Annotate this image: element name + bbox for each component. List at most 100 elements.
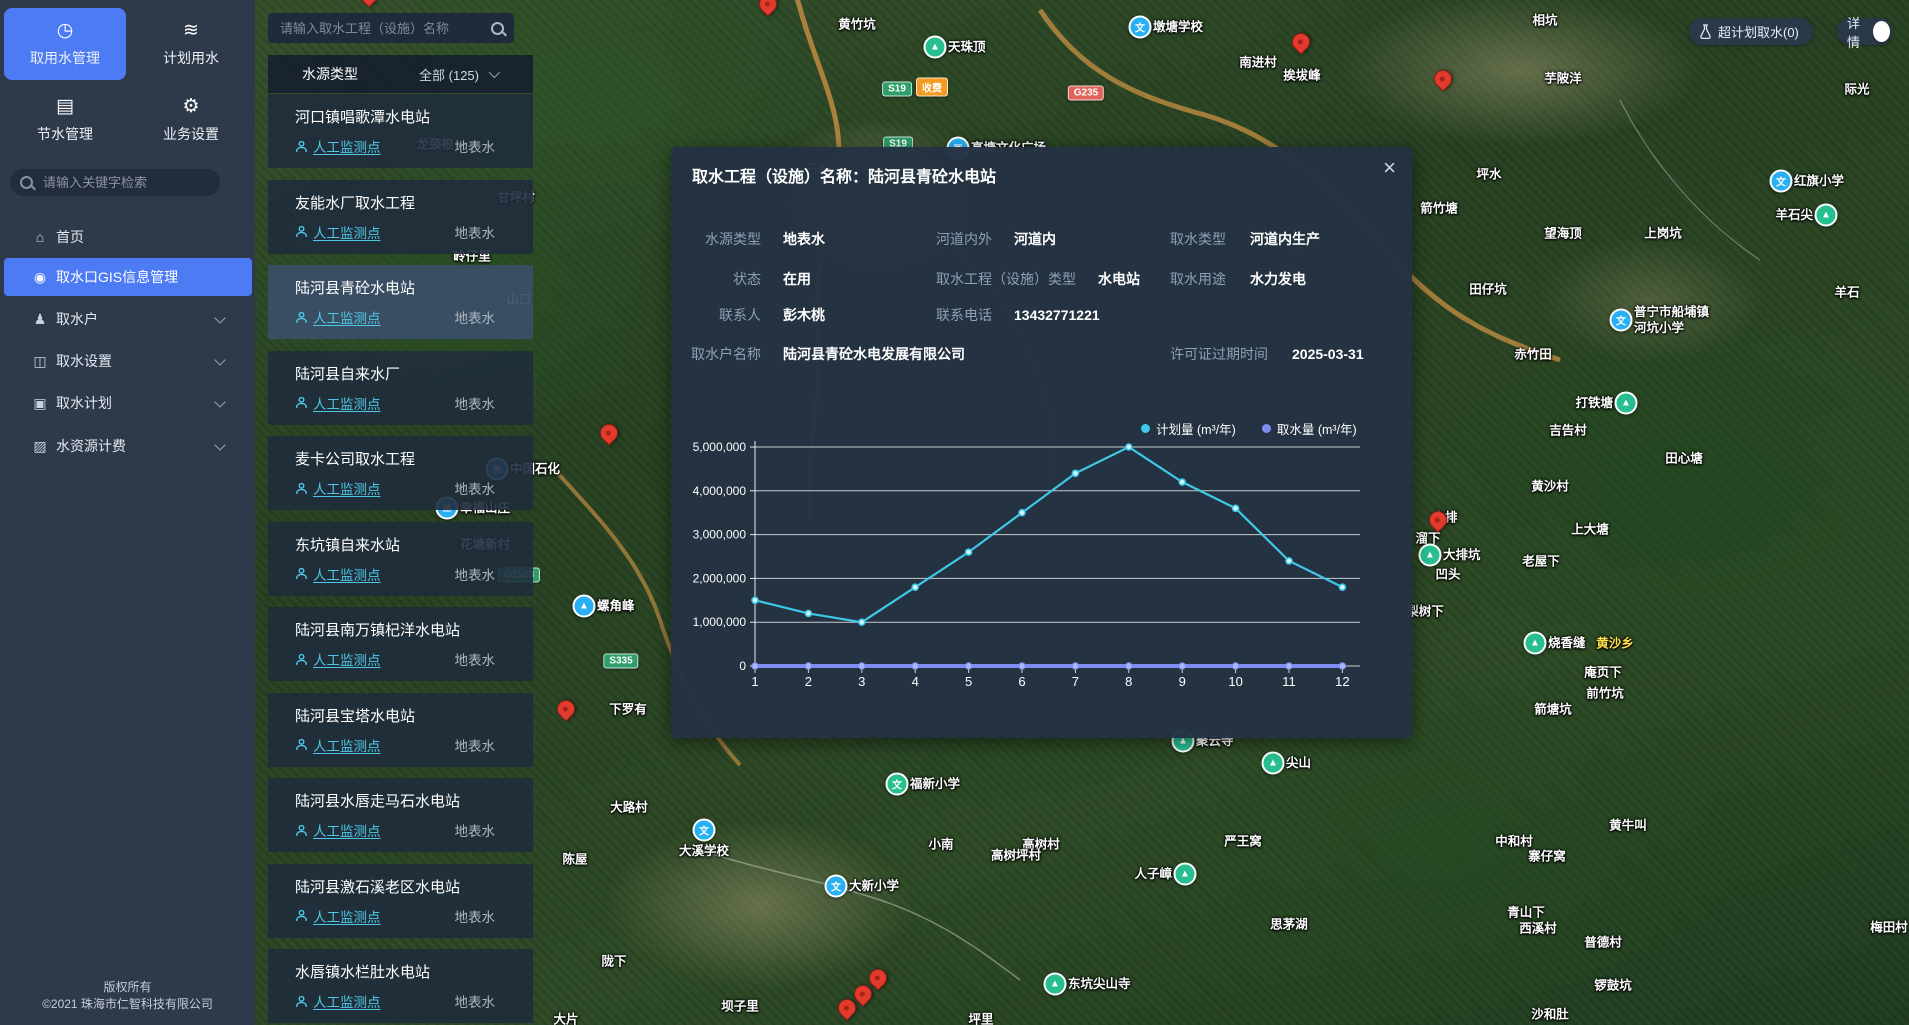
svg-text:10: 10	[1228, 674, 1242, 689]
poi-green-icon: ▲	[1419, 544, 1442, 567]
map-place-label: 际光	[1844, 79, 1869, 98]
search-icon[interactable]	[491, 22, 504, 35]
list-item[interactable]: 友能水厂取水工程人工监测点地表水	[268, 180, 533, 254]
map-place-label: 羊石	[1834, 282, 1859, 301]
map-pin[interactable]	[553, 696, 578, 721]
home-icon: ⌂	[30, 229, 50, 245]
manual-monitor-link[interactable]: 人工监测点	[295, 564, 381, 584]
field-value: 河道内	[1014, 231, 1056, 247]
map-pin[interactable]	[1430, 66, 1455, 91]
map-pin[interactable]	[1288, 29, 1313, 54]
poi-label: 福新小学	[910, 776, 960, 792]
list-item[interactable]: 麦卡公司取水工程人工监测点地表水	[268, 436, 533, 510]
sidebar-item-intake-plan[interactable]: ▣ 取水计划	[4, 384, 252, 422]
list-item[interactable]: 陆河县激石溪老区水电站人工监测点地表水	[268, 864, 533, 938]
svg-text:2,000,000: 2,000,000	[693, 571, 747, 585]
module-water-intake-mgmt[interactable]: ◷ 取用水管理	[4, 8, 126, 80]
close-icon[interactable]: ×	[1383, 155, 1396, 181]
field-value: 在用	[783, 271, 811, 287]
map-place-label: 寨仔窝	[1528, 846, 1566, 865]
chevron-down-icon	[214, 312, 225, 323]
field-value: 河道内生产	[1250, 231, 1320, 247]
manual-monitor-link[interactable]: 人工监测点	[295, 735, 381, 755]
water-source-filter[interactable]: 水源类型 全部 (125)	[268, 55, 533, 93]
poi-green-icon: ▲	[1524, 632, 1547, 655]
list-item[interactable]: 陆河县宝塔水电站人工监测点地表水	[268, 693, 533, 767]
person-icon	[295, 396, 308, 409]
list-item[interactable]: 陆河县水唇走马石水电站人工监测点地表水	[268, 778, 533, 852]
field-value: 地表水	[783, 231, 825, 247]
manual-monitor-link[interactable]: 人工监测点	[295, 478, 381, 498]
detail-label: 详情	[1847, 13, 1869, 51]
poi-blue-icon: ▲	[573, 595, 596, 618]
field-value: 陆河县青砼水电发展有限公司	[783, 346, 965, 362]
poi-blue-icon: 文	[1770, 170, 1793, 193]
sidebar-item-water-users[interactable]: ♟ 取水户	[4, 300, 252, 338]
app-root: 黄竹坑相坑南进村挨坺峰芋陂洋际光龙颈根石船甘坪村岭仔里山口坪水箭竹塘望海顶上岗坑…	[0, 0, 1909, 1025]
manual-monitor-link[interactable]: 人工监测点	[295, 991, 381, 1011]
module-business-settings[interactable]: ⚙ 业务设置	[130, 84, 252, 156]
list-item[interactable]: 河口镇唱歌潭水电站人工监测点地表水	[268, 94, 533, 168]
manual-monitor-link[interactable]: 人工监测点	[295, 136, 381, 156]
sidebar-item-intake-settings[interactable]: ◫ 取水设置	[4, 342, 252, 380]
list-item[interactable]: 水唇镇水栏肚水电站人工监测点地表水	[268, 949, 533, 1023]
map-place-label: 田仔坑	[1469, 279, 1507, 298]
manual-monitor-link[interactable]: 人工监测点	[295, 307, 381, 327]
svg-text:9: 9	[1179, 674, 1186, 689]
map-place-label: 沙和肚	[1531, 1004, 1569, 1023]
list-item[interactable]: 东坑镇自来水站人工监测点地表水	[268, 522, 533, 596]
detail-toggle[interactable]: 详情	[1837, 18, 1893, 45]
map-place-label: 黄沙乡	[1596, 633, 1634, 652]
keyword-search-box	[10, 169, 220, 196]
map-place-label: 上大塘	[1571, 519, 1609, 538]
sidebar-item-water-billing[interactable]: ▨ 水资源计费	[4, 427, 252, 465]
station-search-input[interactable]	[278, 20, 491, 37]
manual-monitor-link[interactable]: 人工监测点	[295, 649, 381, 669]
over-plan-intake-button[interactable]: 超计划取水(0)	[1689, 18, 1813, 45]
svg-text:3,000,000: 3,000,000	[693, 528, 747, 542]
map-place-label: 西溪村	[1519, 918, 1557, 937]
field-label: 取水类型	[1170, 231, 1226, 247]
manual-monitor-link[interactable]: 人工监测点	[295, 393, 381, 413]
keyword-search-input[interactable]	[41, 174, 221, 191]
copyright: 版权所有 ©2021 珠海市仁智科技有限公司	[0, 979, 255, 1013]
search-icon[interactable]	[20, 176, 33, 189]
map-place-label: 南进村	[1239, 52, 1277, 71]
map-pin[interactable]	[596, 420, 621, 445]
gauge-icon: ◷	[4, 21, 126, 41]
field-value: 彭木桃	[783, 307, 825, 323]
map-place-label: 黄竹坑	[838, 14, 876, 33]
svg-text:3: 3	[858, 674, 865, 689]
svg-text:5,000,000: 5,000,000	[693, 440, 747, 454]
poi-green-icon: ▲	[924, 36, 947, 59]
water-source-type: 地表水	[455, 735, 496, 755]
list-item[interactable]: 陆河县青砼水电站人工监测点地表水	[268, 265, 533, 339]
field-label: 许可证过期时间	[1170, 346, 1268, 362]
station-name: 水唇镇水栏肚水电站	[295, 961, 495, 982]
manual-monitor-link[interactable]: 人工监测点	[295, 906, 381, 926]
manual-monitor-link[interactable]: 人工监测点	[295, 222, 381, 242]
list-item[interactable]: 陆河县南万镇杞洋水电站人工监测点地表水	[268, 607, 533, 681]
map-place-label: 相坑	[1532, 10, 1557, 29]
manual-monitor-link[interactable]: 人工监测点	[295, 820, 381, 840]
poi-label: 羊石尖	[1775, 207, 1813, 223]
chevron-down-icon	[214, 439, 225, 450]
modal-field: 联系电话13432771221	[936, 305, 1100, 325]
person-icon	[295, 225, 308, 238]
list-item[interactable]: 陆河县自来水厂人工监测点地表水	[268, 351, 533, 425]
filter-value[interactable]: 全部 (125)	[419, 65, 479, 84]
sidebar-item-home[interactable]: ⌂ 首页	[4, 218, 252, 256]
module-planned-water[interactable]: ≋ 计划用水	[130, 8, 252, 80]
person-icon	[295, 824, 308, 837]
poi-label: 天珠顶	[948, 39, 986, 55]
map-place-label: 坪水	[1476, 164, 1501, 183]
map-pin[interactable]	[356, 0, 381, 8]
sidebar-item-gis-info[interactable]: ◉ 取水口GIS信息管理	[4, 258, 252, 296]
toggle-knob[interactable]	[1873, 21, 1890, 42]
module-water-saving-mgmt[interactable]: ▤ 节水管理	[4, 84, 126, 156]
filter-label: 水源类型	[302, 64, 358, 84]
map-pin[interactable]	[755, 0, 780, 17]
water-source-type: 地表水	[455, 393, 496, 413]
svg-text:7: 7	[1072, 674, 1079, 689]
field-label: 水源类型	[671, 229, 761, 249]
